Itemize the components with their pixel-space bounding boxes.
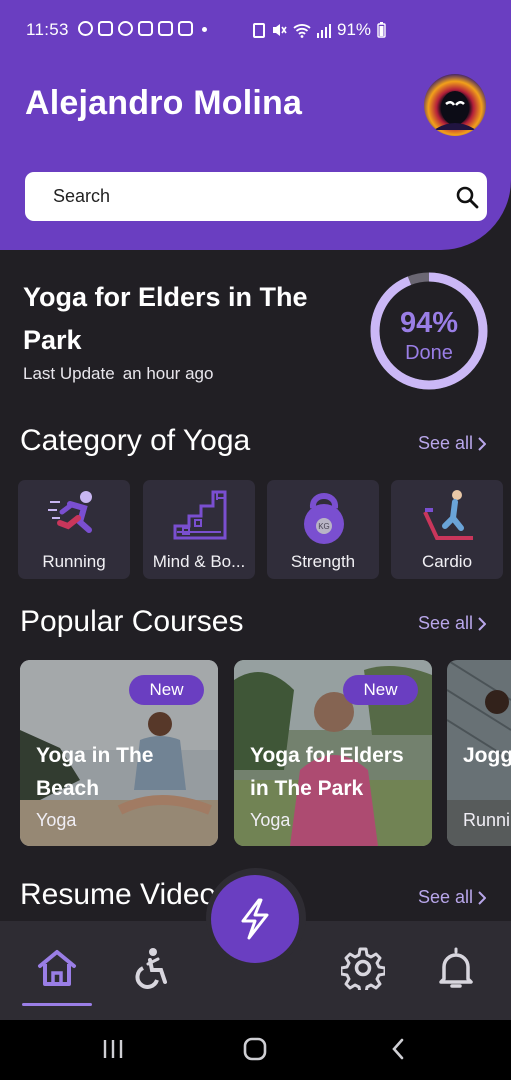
course-category: Yoga (36, 810, 77, 830)
running-icon (48, 491, 92, 533)
category-section-title: Category of Yoga (20, 424, 251, 457)
resume-see-all-link[interactable]: See all (418, 887, 487, 908)
chevron-right-icon (478, 616, 487, 631)
see-all-label: See all (418, 887, 474, 907)
kettlebell-icon: KG (304, 493, 344, 544)
app-notification-icon (158, 21, 173, 36)
stairs-icon (173, 490, 227, 540)
category-card-running[interactable]: Running (18, 480, 130, 579)
course-card-yoga-elders[interactable]: New Yoga for Elders in The Park Yoga (234, 660, 432, 846)
category-card-strength[interactable]: KG Strength (267, 480, 379, 579)
progress-done-label: Done (405, 342, 453, 364)
header: 11:53 91% Alejandro Molina (0, 0, 511, 250)
treadmill-icon (423, 490, 473, 540)
telegram-icon (118, 21, 133, 36)
resume-section-title: Resume Videos (20, 878, 232, 911)
home-button-icon[interactable] (242, 1036, 268, 1062)
chevron-right-icon (478, 890, 487, 905)
course-card-jogging-park[interactable]: Jogg Park Runni (447, 660, 511, 846)
category-card-cardio[interactable]: Cardio (391, 480, 503, 579)
last-update-label: Last Update (23, 364, 115, 383)
course-name: Jogg Park (463, 744, 511, 767)
course-name: Yoga in The Beach (36, 744, 154, 800)
category-label: Running (42, 552, 106, 571)
signal-icon (317, 23, 331, 38)
course-category: Yoga (250, 810, 291, 830)
last-update: Last Update an hour ago (23, 364, 213, 384)
new-badge: New (343, 675, 418, 705)
current-course-title[interactable]: Yoga for Elders in The Park (23, 276, 353, 362)
battery-percent: 91% (337, 20, 372, 39)
bell-icon[interactable] (434, 946, 478, 990)
status-bar: 11:53 91% (0, 0, 511, 60)
notification-icons (78, 21, 207, 36)
see-all-label: See all (418, 433, 474, 453)
avatar[interactable] (424, 74, 486, 136)
whatsapp-icon (78, 21, 93, 36)
see-all-label: See all (418, 613, 474, 633)
instagram-icon (138, 21, 153, 36)
system-status: 91% (253, 20, 386, 40)
new-badge: New (129, 675, 204, 705)
active-tab-indicator (22, 1003, 92, 1006)
category-see-all-link[interactable]: See all (418, 433, 487, 454)
more-notifications-icon (202, 27, 207, 32)
quick-action-button[interactable] (211, 875, 299, 963)
svg-text:KG: KG (318, 522, 330, 531)
battery-saver-icon (253, 22, 265, 38)
recent-apps-icon[interactable] (101, 1036, 125, 1062)
chevron-right-icon (478, 436, 487, 451)
category-label: Mind & Bo... (152, 552, 246, 571)
category-label: Strength (290, 552, 356, 571)
search-input[interactable] (53, 172, 433, 221)
home-icon[interactable] (35, 946, 79, 990)
settings-icon[interactable] (341, 946, 385, 990)
accessibility-icon[interactable] (128, 946, 172, 990)
category-card-mind-body[interactable]: Mind & Bo... (143, 480, 255, 579)
lightning-icon (241, 898, 269, 940)
search-bar[interactable] (25, 172, 487, 221)
chat-icon (98, 21, 113, 36)
category-label: Cardio (421, 552, 473, 571)
mute-icon (273, 24, 287, 36)
search-icon[interactable] (455, 185, 479, 209)
last-update-value: an hour ago (122, 364, 214, 383)
progress-percent: 94% (399, 307, 459, 339)
status-time: 11:53 (26, 20, 69, 39)
wifi-icon (293, 23, 311, 38)
android-nav-bar (0, 1020, 511, 1080)
course-name: Yoga for Elders in The Park (250, 744, 404, 800)
avatar-image (434, 91, 476, 130)
user-name: Alejandro Molina (25, 84, 303, 122)
back-icon[interactable] (388, 1036, 408, 1062)
course-category: Runni (463, 810, 511, 830)
battery-icon (377, 22, 386, 38)
instagram-icon (178, 21, 193, 36)
popular-section-title: Popular Courses (20, 605, 244, 638)
popular-see-all-link[interactable]: See all (418, 613, 487, 634)
course-card-yoga-beach[interactable]: New Yoga in The Beach Yoga (20, 660, 218, 846)
